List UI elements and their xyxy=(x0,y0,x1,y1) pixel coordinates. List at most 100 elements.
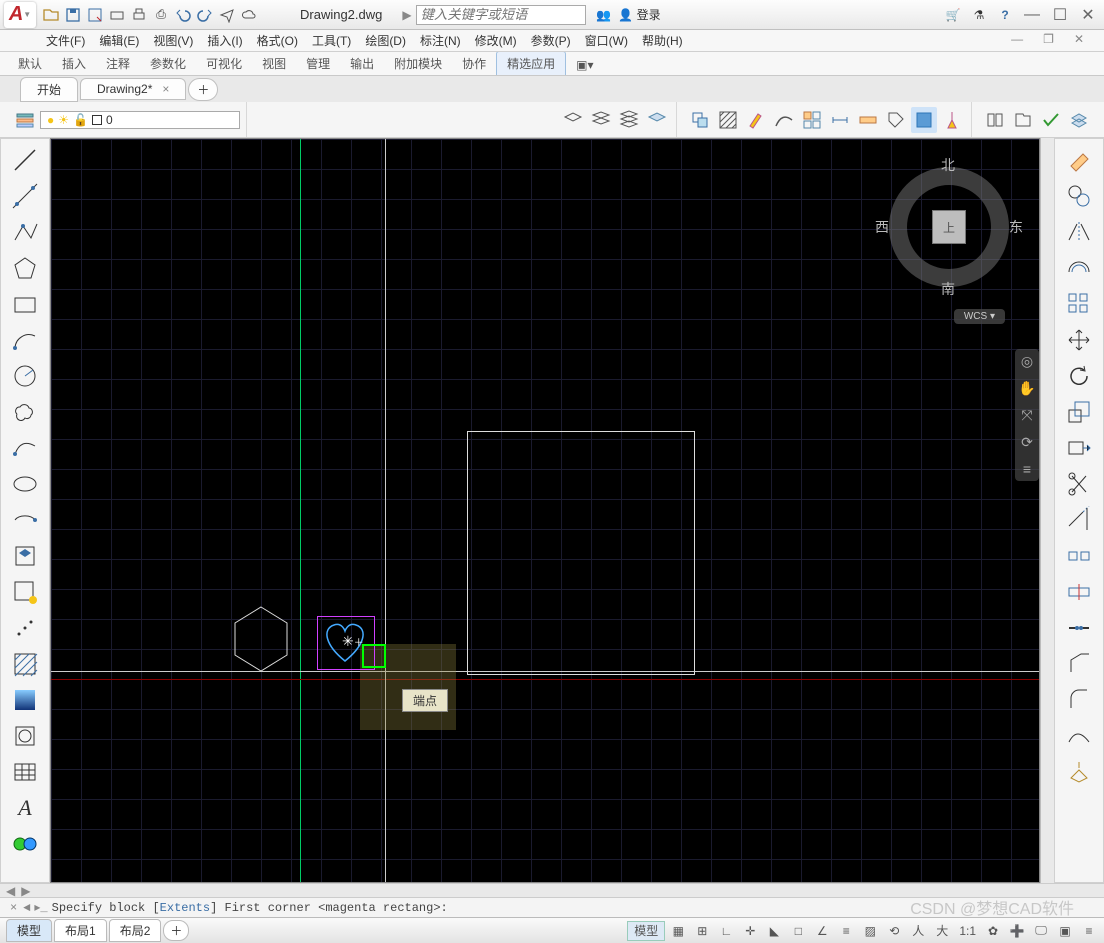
layers3-icon[interactable] xyxy=(616,107,642,133)
scale-tool[interactable] xyxy=(1061,395,1097,429)
qat-undo-icon[interactable] xyxy=(173,5,193,25)
status-track-icon[interactable]: ∠ xyxy=(811,921,833,941)
spline-tool[interactable] xyxy=(7,431,43,465)
status-iso-icon[interactable]: ◣ xyxy=(763,921,785,941)
menu-edit[interactable]: 编辑(E) xyxy=(99,32,139,49)
layer-props-button[interactable] xyxy=(12,107,38,133)
stretch-tool[interactable] xyxy=(1061,431,1097,465)
blend-tool[interactable] xyxy=(1061,719,1097,753)
explode-tool[interactable] xyxy=(1061,755,1097,789)
status-menu-icon[interactable]: ≡ xyxy=(1078,921,1100,941)
ribbon-tab-addins[interactable]: 附加模块 xyxy=(384,52,452,75)
qat-cloud-icon[interactable] xyxy=(239,5,259,25)
breakat-tool[interactable] xyxy=(1061,575,1097,609)
makeblock-tool[interactable] xyxy=(7,575,43,609)
status-trans-icon[interactable]: ▨ xyxy=(859,921,881,941)
filetab-start[interactable]: 开始 xyxy=(20,77,78,102)
status-person-icon[interactable]: 人 xyxy=(907,921,929,941)
check-icon[interactable] xyxy=(1038,107,1064,133)
menu-window[interactable]: 窗口(W) xyxy=(585,32,628,49)
mirror-tool[interactable] xyxy=(1061,215,1097,249)
menu-view[interactable]: 视图(V) xyxy=(153,32,193,49)
xline-tool[interactable] xyxy=(7,179,43,213)
break-tool[interactable] xyxy=(1061,539,1097,573)
ribbon-tab-insert[interactable]: 插入 xyxy=(52,52,96,75)
mdi-min-button[interactable]: — xyxy=(1011,32,1023,46)
copy-tool[interactable] xyxy=(1061,179,1097,213)
gradient-tool[interactable] xyxy=(7,683,43,717)
rotate-tool[interactable] xyxy=(1061,359,1097,393)
table-tool[interactable] xyxy=(7,755,43,789)
maximize-button[interactable]: ☐ xyxy=(1048,5,1072,25)
chamfer-tool[interactable] xyxy=(1061,647,1097,681)
qat-saveas-icon[interactable] xyxy=(85,5,105,25)
viewcube-south[interactable]: 南 xyxy=(941,279,955,299)
status-grid-icon[interactable]: ▦ xyxy=(667,921,689,941)
move-tool[interactable] xyxy=(1061,323,1097,357)
menu-file[interactable]: 文件(F) xyxy=(46,32,85,49)
grid4-icon[interactable] xyxy=(799,107,825,133)
nav-pan-icon[interactable]: ✋ xyxy=(1018,380,1035,397)
status-ortho-icon[interactable]: ∟ xyxy=(715,921,737,941)
cart-icon[interactable]: 🛒 xyxy=(943,5,963,25)
qat-save-icon[interactable] xyxy=(63,5,83,25)
insertblock-tool[interactable] xyxy=(7,539,43,573)
close-button[interactable]: ✕ xyxy=(1076,5,1100,25)
hscroll-left[interactable]: ◀ xyxy=(6,884,15,898)
layer-dropdown[interactable]: ● ☀ 🔓 0 xyxy=(40,111,240,129)
layers4-icon[interactable] xyxy=(644,107,670,133)
book2-icon[interactable] xyxy=(1010,107,1036,133)
layout-tab-add[interactable]: ＋ xyxy=(163,920,189,941)
hscroll-right[interactable]: ▶ xyxy=(21,884,30,898)
filetab-add-button[interactable]: ＋ xyxy=(188,78,218,101)
qat-open-icon[interactable] xyxy=(41,5,61,25)
cmd-close-icon[interactable]: × xyxy=(10,901,17,915)
viewcube-east[interactable]: 东 xyxy=(1009,217,1023,237)
app-menu-button[interactable]: A▼ xyxy=(4,2,36,28)
ribbon-tab-featured[interactable]: 精选应用 xyxy=(496,51,566,75)
erase-tool[interactable] xyxy=(1061,143,1097,177)
menu-modify[interactable]: 修改(M) xyxy=(475,32,517,49)
ribbon-tab-view[interactable]: 视图 xyxy=(252,52,296,75)
status-big-icon[interactable]: 大 xyxy=(931,921,953,941)
polygon-tool[interactable] xyxy=(7,251,43,285)
point-tool[interactable] xyxy=(7,611,43,645)
status-osnap-icon[interactable]: □ xyxy=(787,921,809,941)
filetab-close-icon[interactable]: × xyxy=(162,82,169,96)
cmd-cli-icon[interactable]: ▸_ xyxy=(34,900,47,915)
polyline-tool[interactable] xyxy=(7,215,43,249)
hatch-icon[interactable] xyxy=(715,107,741,133)
minimize-button[interactable]: — xyxy=(1020,6,1044,24)
people-icon[interactable]: 👥 xyxy=(594,5,614,25)
spline-icon[interactable] xyxy=(771,107,797,133)
view-cube[interactable]: 上 北 南 东 西 xyxy=(879,157,1019,297)
status-lwt-icon[interactable]: ≡ xyxy=(835,921,857,941)
layers2-icon[interactable] xyxy=(588,107,614,133)
ellipse-tool[interactable] xyxy=(7,467,43,501)
ribbon-tab-collab[interactable]: 协作 xyxy=(452,52,496,75)
qat-print-icon[interactable] xyxy=(129,5,149,25)
help-icon[interactable]: ? xyxy=(995,5,1015,25)
copy-icon[interactable] xyxy=(687,107,713,133)
book-icon[interactable] xyxy=(982,107,1008,133)
status-snap-icon[interactable]: ⊞ xyxy=(691,921,713,941)
status-polar-icon[interactable]: ✛ xyxy=(739,921,761,941)
menu-param[interactable]: 参数(P) xyxy=(531,32,571,49)
array-tool[interactable] xyxy=(1061,287,1097,321)
mdi-close-button[interactable]: ✕ xyxy=(1074,32,1084,46)
qat-printpv-icon[interactable] xyxy=(107,5,127,25)
status-gear-icon[interactable]: ✿ xyxy=(982,921,1004,941)
vertical-scrollbar[interactable] xyxy=(1040,138,1054,883)
ribbon-tab-more[interactable]: ▣▾ xyxy=(566,55,603,75)
mdi-restore-button[interactable]: ❐ xyxy=(1043,32,1054,46)
nav-orbit-icon[interactable]: ⟳ xyxy=(1021,434,1033,451)
cmd-history-icon[interactable]: ◄ xyxy=(23,901,30,915)
viewcube-north[interactable]: 北 xyxy=(941,155,955,175)
filetab-current[interactable]: Drawing2*× xyxy=(80,78,186,100)
dim-icon[interactable] xyxy=(827,107,853,133)
broom-icon[interactable] xyxy=(939,107,965,133)
region-tool[interactable] xyxy=(7,719,43,753)
offset-tool[interactable] xyxy=(1061,251,1097,285)
command-line[interactable]: × ◄ ▸_ Specify block [Extents] First cor… xyxy=(0,897,1104,917)
ribbon-tab-visualize[interactable]: 可视化 xyxy=(196,52,252,75)
